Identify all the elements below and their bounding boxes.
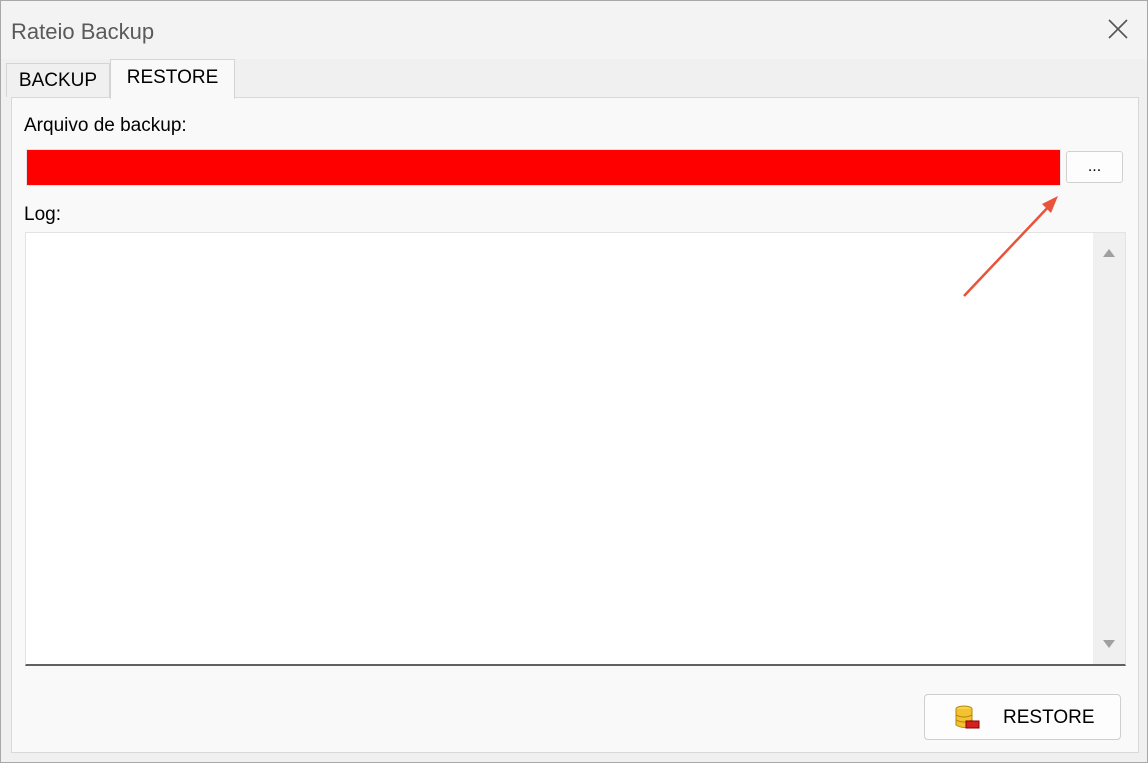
tab-restore[interactable]: RESTORE (110, 59, 235, 99)
close-icon (1108, 19, 1128, 39)
log-scrollbar[interactable] (1093, 233, 1125, 664)
backup-file-field[interactable] (26, 149, 1061, 186)
restore-button-label: RESTORE (1003, 707, 1095, 728)
scroll-up-button[interactable] (1093, 239, 1125, 269)
scroll-down-button[interactable] (1093, 630, 1125, 660)
close-button[interactable] (1089, 1, 1147, 59)
backup-file-label: Arquivo de backup: (24, 115, 187, 136)
browse-button[interactable]: ... (1066, 151, 1123, 183)
rateio-backup-window: Rateio Backup BACKUP RESTORE Arquivo de … (0, 0, 1148, 763)
triangle-down-icon (1103, 640, 1115, 648)
database-restore-icon (955, 705, 980, 729)
log-label: Log: (24, 204, 61, 225)
window-title: Rateio Backup (11, 19, 155, 44)
log-textarea[interactable] (25, 232, 1126, 666)
tab-backup[interactable]: BACKUP (6, 63, 110, 97)
title-bar: Rateio Backup (1, 1, 1147, 59)
restore-tab-panel: Arquivo de backup: ... Log: RESTORE (11, 97, 1139, 753)
restore-button[interactable]: RESTORE (924, 694, 1121, 740)
triangle-up-icon (1103, 249, 1115, 257)
